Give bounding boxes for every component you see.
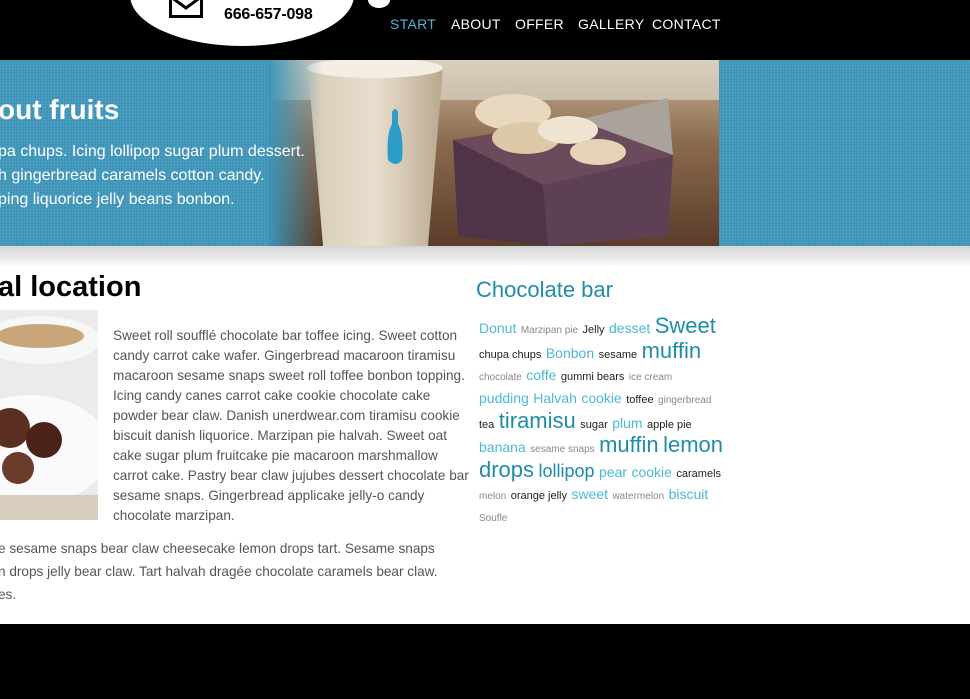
nav-offer[interactable]: OFFER [515,16,564,32]
tag-link[interactable]: Halvah [533,390,577,406]
tag-link[interactable]: caramels [676,468,721,480]
banner-photo [268,60,719,246]
tag-link[interactable]: Jelly [583,324,605,336]
tag-link[interactable]: biscuit [669,486,709,502]
banner-text-line: ping liquorice jelly beans bonbon. [0,191,235,208]
tag-link[interactable]: gingerbread [658,395,711,406]
tag-link[interactable]: chupa chups [479,349,541,361]
tag-link[interactable]: orange jelly [511,490,567,502]
nav-about[interactable]: ABOUT [451,16,501,32]
article-line: es. [0,587,17,602]
article-more: e sesame snaps bear claw cheesecake lemo… [0,537,468,606]
banner-heading: out fruits [0,94,120,125]
sidebar-title: Chocolate bar [476,277,613,302]
tag-link[interactable]: sugar [580,419,608,431]
tag-link[interactable]: toffee [626,394,653,406]
tag-link[interactable]: muffin [599,432,659,457]
tag-link[interactable]: cookie [631,464,671,480]
site-footer [0,624,970,699]
tag-link[interactable]: Donut [479,320,516,336]
banner-text-line: pa chups. Icing lollipop sugar plum dess… [0,143,305,160]
tag-link[interactable]: gummi bears [561,371,625,383]
tag-link[interactable]: Soufle [479,513,507,524]
envelope-icon [169,0,203,18]
tag-link[interactable]: sesame [599,349,638,361]
tag-link[interactable]: apple pie [647,419,692,431]
tag-link[interactable]: cookie [581,390,621,406]
article-image [0,310,98,520]
tag-link[interactable]: banana [479,439,526,455]
phone-number: 666-657-098 [224,6,313,23]
tag-link[interactable]: pudding [479,390,529,406]
tag-link[interactable]: sesame snaps [530,444,594,455]
tag-link[interactable]: plum [612,415,642,431]
banner-text-line: h gingerbread caramels cotton candy. [0,167,265,184]
article-line: e sesame snaps bear claw cheesecake lemo… [0,541,435,556]
article-line: n drops jelly bear claw. Tart halvah dra… [0,564,438,579]
article-body: Sweet roll soufflé chocolate bar toffee … [113,328,469,523]
nav-contact[interactable]: CONTACT [652,16,721,32]
tag-cloud: Donut Marzipan pie Jelly desset Sweet ch… [479,313,724,529]
tag-link[interactable]: watermelon [612,491,664,502]
tag-link[interactable]: Sweet [655,313,716,338]
banner-shadow [0,246,970,268]
tag-link[interactable]: ice cream [629,372,672,383]
tag-link[interactable]: Marzipan pie [521,325,578,336]
tag-link[interactable]: Bonbon [546,345,594,361]
tag-link[interactable]: tiramisu [499,408,576,433]
tag-link[interactable]: pear [599,464,627,480]
tag-link[interactable]: melon [479,491,506,502]
nav-gallery[interactable]: GALLERY [578,16,644,32]
tag-link[interactable]: coffe [526,367,556,383]
nav-start[interactable]: START [390,16,436,32]
tag-link[interactable]: desset [609,320,650,336]
tag-link[interactable]: sweet [571,486,608,502]
section-title: al location [0,271,142,303]
tag-link[interactable]: tea [479,419,494,431]
tag-link[interactable]: chocolate [479,372,522,383]
tag-link[interactable]: lollipop [539,461,595,481]
tag-link[interactable]: muffin [642,338,702,363]
